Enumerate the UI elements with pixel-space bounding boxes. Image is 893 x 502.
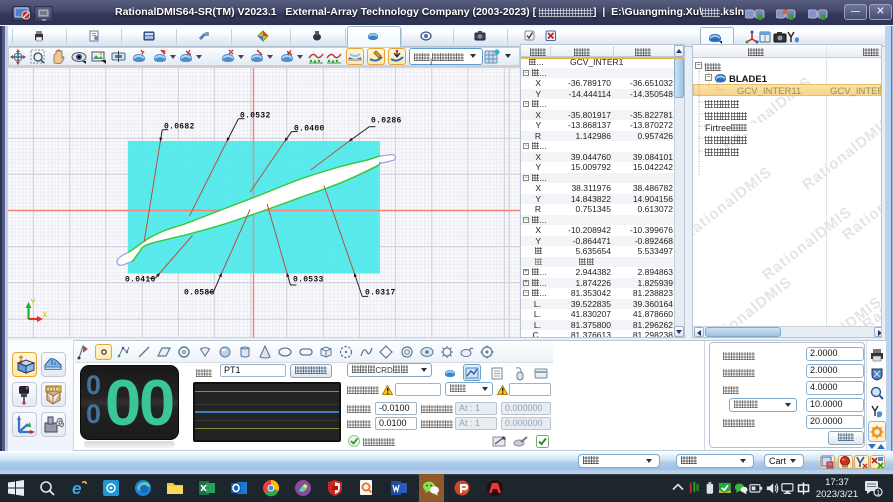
- svg-text:0.0416: 0.0416: [125, 276, 156, 285]
- svg-text:0.0400: 0.0400: [294, 125, 325, 134]
- svg-text:e: e: [72, 479, 81, 497]
- svg-text:Y: Y: [31, 298, 37, 307]
- svg-text:X: X: [42, 311, 48, 320]
- svg-text:0.0317: 0.0317: [365, 289, 396, 298]
- svg-text:0.0586: 0.0586: [184, 289, 215, 298]
- svg-text:0.0682: 0.0682: [164, 123, 195, 132]
- svg-text:0.0286: 0.0286: [371, 117, 402, 126]
- svg-text:0.0533: 0.0533: [293, 276, 324, 285]
- svg-text:0.0532: 0.0532: [240, 112, 271, 121]
- svg-text:1: 1: [876, 490, 880, 497]
